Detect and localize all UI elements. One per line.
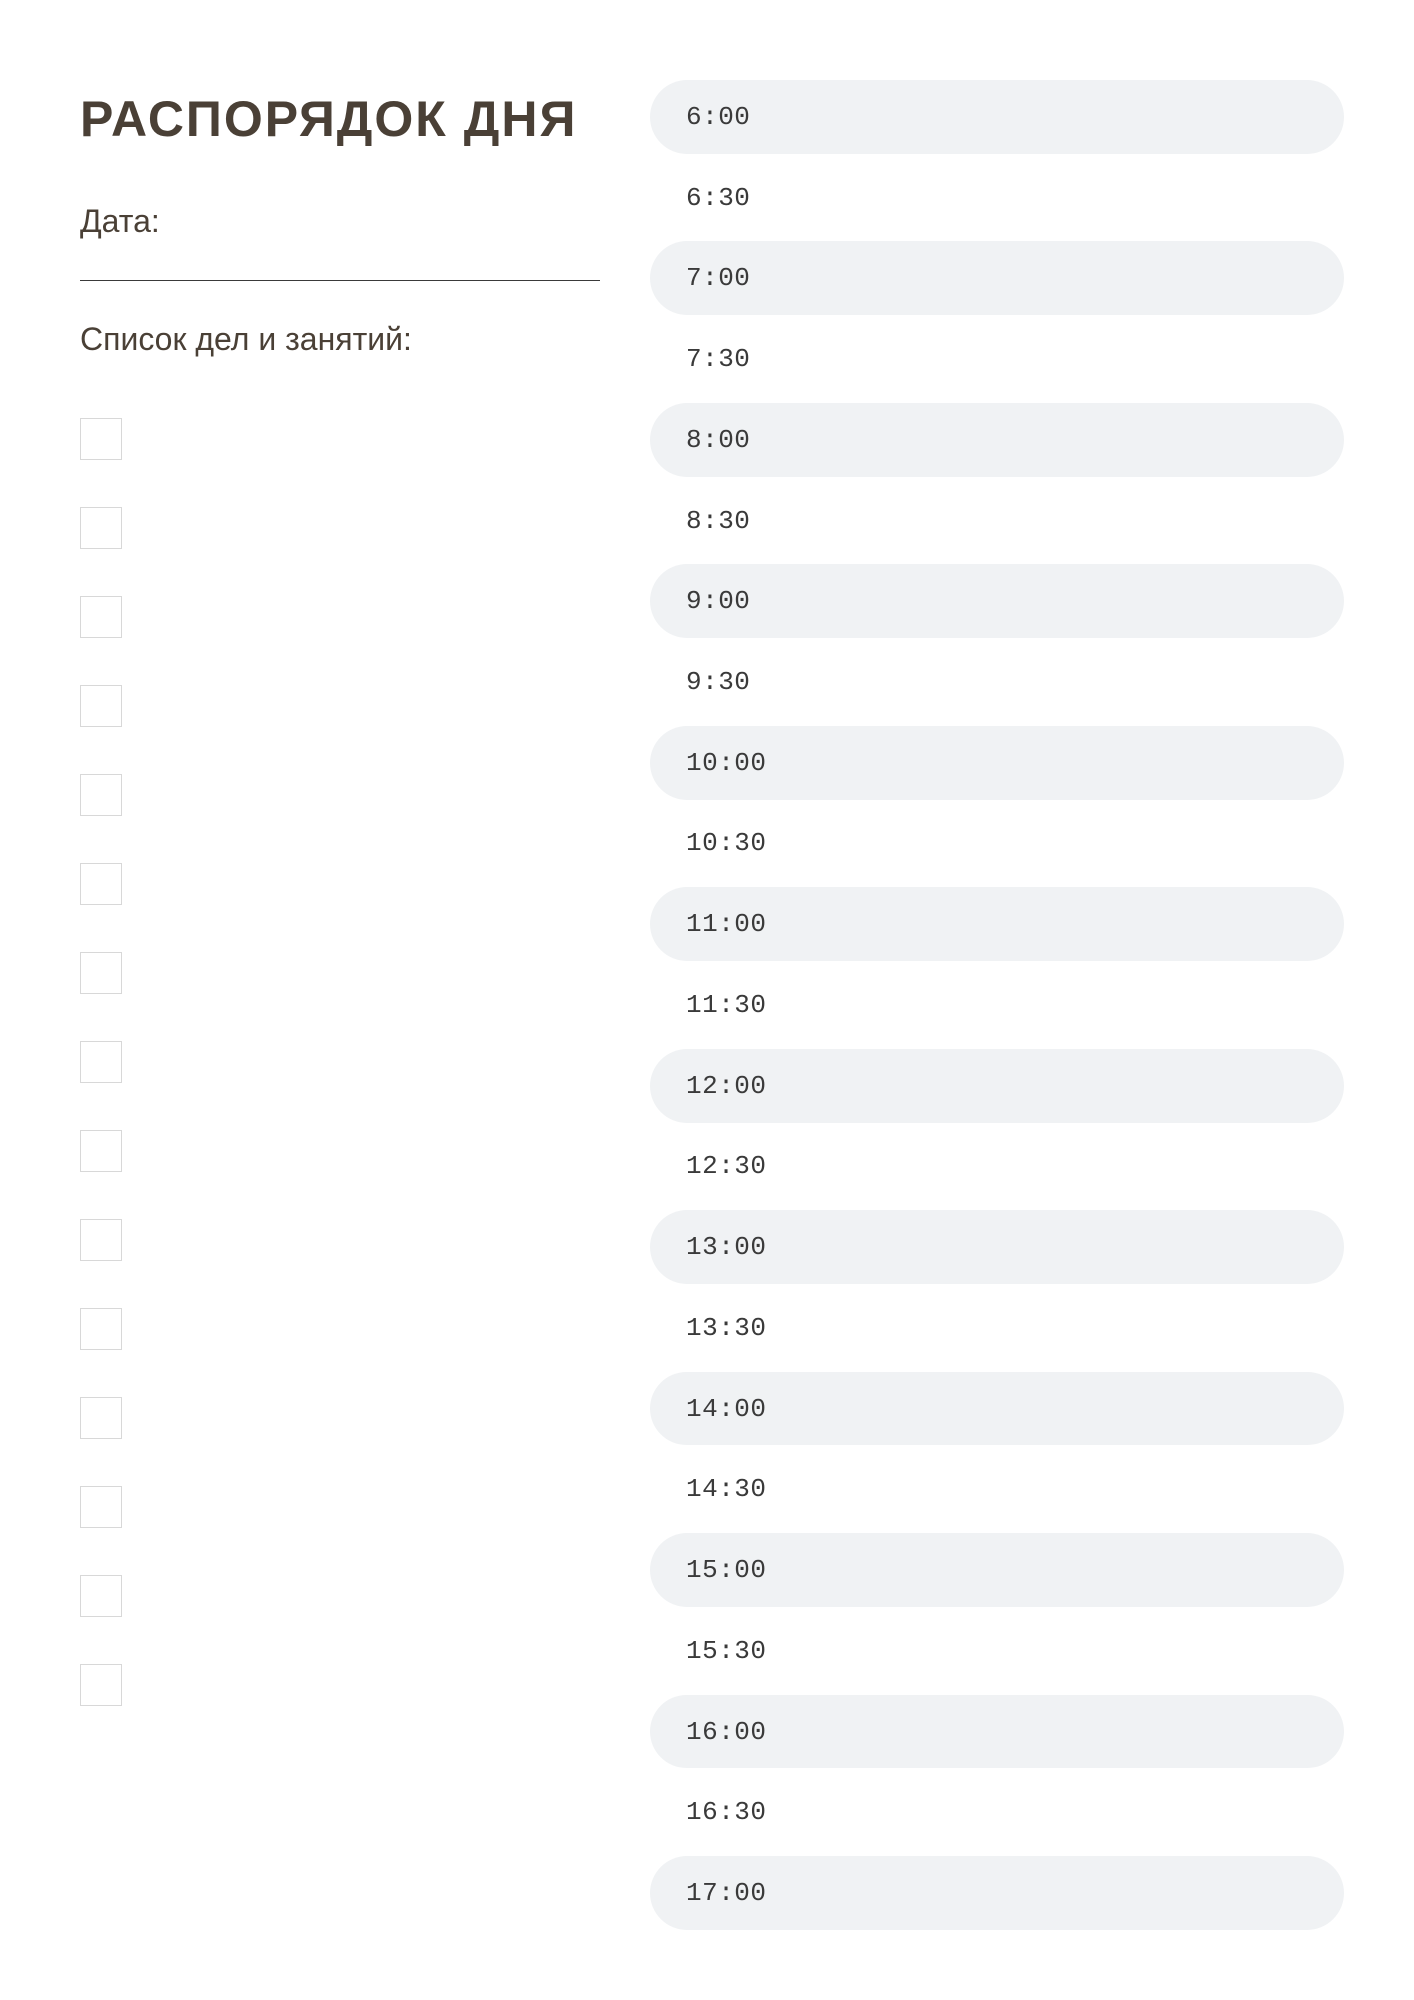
time-label: 7:30 [686,344,750,374]
time-slot[interactable]: 13:30 [650,1291,1344,1365]
task-checkbox[interactable] [80,774,122,816]
time-label: 14:00 [686,1394,767,1424]
task-checkbox[interactable] [80,1219,122,1261]
time-slot[interactable]: 7:00 [650,241,1344,315]
time-slot[interactable]: 6:00 [650,80,1344,154]
task-checkbox[interactable] [80,1397,122,1439]
time-label: 10:30 [686,828,767,858]
time-slot[interactable]: 12:30 [650,1130,1344,1204]
time-slot[interactable]: 15:00 [650,1533,1344,1607]
time-slot[interactable]: 12:00 [650,1049,1344,1123]
time-label: 14:30 [686,1474,767,1504]
schedule-column: 6:00 6:30 7:00 7:30 8:00 8:30 9:00 9:30 10:00 10:… [650,80,1344,1930]
task-checkbox[interactable] [80,685,122,727]
checklist [80,418,600,1706]
task-checkbox[interactable] [80,507,122,549]
time-slot[interactable]: 11:00 [650,887,1344,961]
time-slot[interactable]: 9:30 [650,645,1344,719]
task-checkbox[interactable] [80,596,122,638]
time-slot[interactable]: 11:30 [650,968,1344,1042]
time-label: 6:30 [686,183,750,213]
page-title: РАСПОРЯДОК ДНЯ [80,90,600,148]
time-slot[interactable]: 8:30 [650,484,1344,558]
time-label: 16:30 [686,1797,767,1827]
time-label: 16:00 [686,1717,767,1747]
time-label: 13:30 [686,1313,767,1343]
task-checkbox[interactable] [80,952,122,994]
time-slot[interactable]: 8:00 [650,403,1344,477]
time-slot[interactable]: 14:00 [650,1372,1344,1446]
divider [80,280,600,281]
time-label: 12:00 [686,1071,767,1101]
time-label: 9:30 [686,667,750,697]
task-checkbox[interactable] [80,418,122,460]
time-slot[interactable]: 13:00 [650,1210,1344,1284]
time-label: 9:00 [686,586,750,616]
time-slot[interactable]: 15:30 [650,1614,1344,1688]
task-checkbox[interactable] [80,1308,122,1350]
time-slot[interactable]: 9:00 [650,564,1344,638]
time-slot[interactable]: 14:30 [650,1452,1344,1526]
time-slot[interactable]: 16:30 [650,1775,1344,1849]
time-slot[interactable]: 10:30 [650,807,1344,881]
time-label: 11:30 [686,990,767,1020]
time-slot[interactable]: 10:00 [650,726,1344,800]
time-label: 12:30 [686,1151,767,1181]
time-label: 6:00 [686,102,750,132]
tasks-label: Список дел и занятий: [80,321,600,358]
time-label: 11:00 [686,909,767,939]
task-checkbox[interactable] [80,1130,122,1172]
time-label: 17:00 [686,1878,767,1908]
time-label: 15:00 [686,1555,767,1585]
time-label: 8:30 [686,506,750,536]
time-label: 7:00 [686,263,750,293]
time-slot[interactable]: 6:30 [650,161,1344,235]
time-label: 8:00 [686,425,750,455]
time-label: 15:30 [686,1636,767,1666]
time-label: 10:00 [686,748,767,778]
time-slot[interactable]: 17:00 [650,1856,1344,1930]
task-checkbox[interactable] [80,1041,122,1083]
time-slot[interactable]: 7:30 [650,322,1344,396]
date-label: Дата: [80,203,600,240]
task-checkbox[interactable] [80,1664,122,1706]
time-label: 13:00 [686,1232,767,1262]
task-checkbox[interactable] [80,1486,122,1528]
task-checkbox[interactable] [80,1575,122,1617]
task-checkbox[interactable] [80,863,122,905]
time-slot[interactable]: 16:00 [650,1695,1344,1769]
